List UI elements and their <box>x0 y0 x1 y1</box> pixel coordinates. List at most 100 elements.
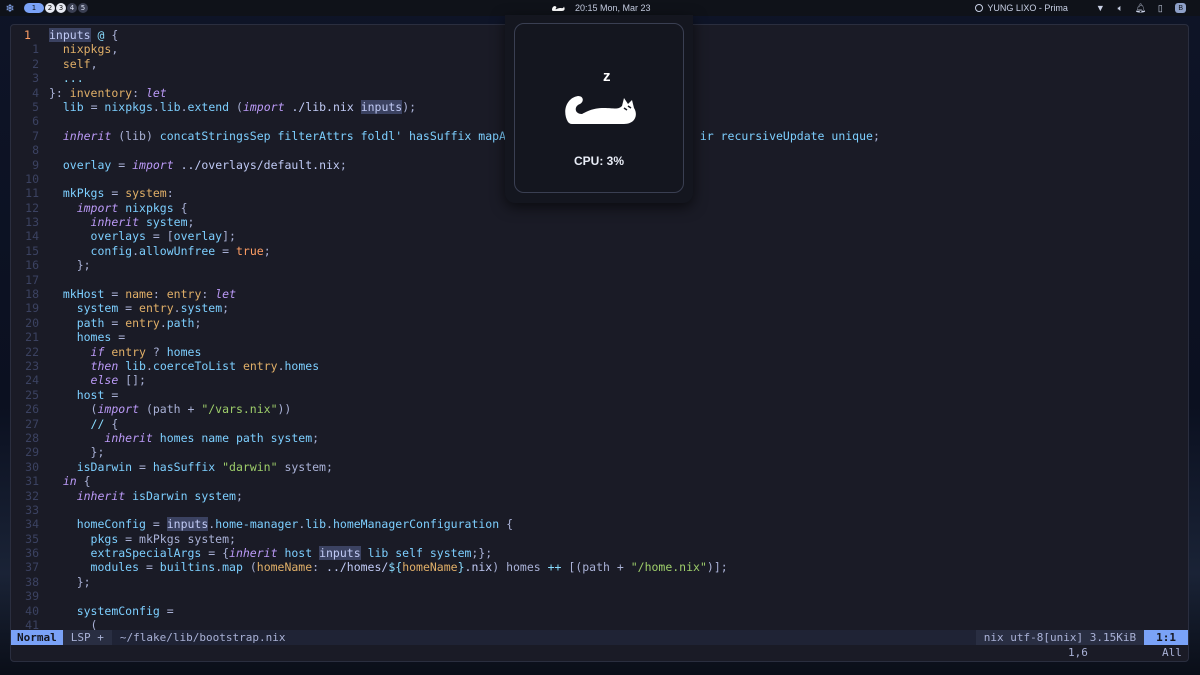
code-line[interactable]: 27 // { <box>11 417 1188 431</box>
code-line[interactable]: 40 systemConfig = <box>11 604 1188 618</box>
line-number: 16 <box>25 258 39 273</box>
line-number: 21 <box>25 330 39 345</box>
code-text: config.allowUnfree = true; <box>90 243 271 258</box>
file-path: ~/flake/lib/bootstrap.nix <box>119 631 286 644</box>
media-title: YUNG LIXO - Prima <box>987 3 1068 13</box>
nixos-logo-icon[interactable]: ❄ <box>2 0 18 16</box>
battery-icon[interactable]: ▯ <box>1155 3 1165 13</box>
code-text: in { <box>62 474 91 489</box>
line-number: 11 <box>25 186 39 201</box>
line-number: 1 <box>24 28 31 42</box>
line-number: 24 <box>25 373 39 388</box>
line-number: 3 <box>32 71 39 86</box>
workspace-4[interactable]: 4 <box>67 3 77 13</box>
code-line[interactable]: 14 overlays = [overlay]; <box>11 229 1188 243</box>
cursor-position: 1:1 <box>1144 630 1188 645</box>
code-text: import nixpkgs { <box>76 200 188 215</box>
mode-indicator: Normal <box>11 630 63 645</box>
line-number: 4 <box>32 85 39 100</box>
code-line[interactable]: 20 path = entry.path; <box>11 316 1188 330</box>
code-line[interactable]: 15 config.allowUnfree = true; <box>11 244 1188 258</box>
workspace-3[interactable]: 3 <box>56 3 66 13</box>
workspace-2[interactable]: 2 <box>45 3 55 13</box>
code-text: overlay = import ../overlays/default.nix… <box>62 157 347 172</box>
code-text: inherit homes name path system; <box>104 430 320 445</box>
line-number: 13 <box>25 215 39 230</box>
line-number: 22 <box>25 344 39 359</box>
code-line[interactable]: 17 <box>11 273 1188 287</box>
line-number: 36 <box>25 546 39 561</box>
system-tray: YUNG LIXO - Prima ▼ 🔈︎ 🔔︎ ▯ B <box>975 0 1200 16</box>
media-status-icon <box>975 4 984 12</box>
top-bar: ❄ 1 2 3 4 5 20:15 Mon, Mar 23 YUNG LIXO … <box>0 0 1200 16</box>
lsp-indicator: LSP + <box>62 630 112 645</box>
bell-icon[interactable]: 🔔︎ <box>1135 3 1146 13</box>
code-text: systemConfig = <box>76 603 174 618</box>
code-line[interactable]: 25 host = <box>11 388 1188 402</box>
code-line[interactable]: 23 then lib.coerceToList entry.homes <box>11 359 1188 373</box>
code-line[interactable]: 22 if entry ? homes <box>11 345 1188 359</box>
code-text: host = <box>76 387 119 402</box>
code-line[interactable]: 26 (import (path + "/vars.nix")) <box>11 402 1188 416</box>
line-number: 7 <box>32 128 39 143</box>
sleep-z-text: z <box>603 68 611 85</box>
sleeping-cat-icon <box>552 6 565 11</box>
line-number: 9 <box>32 157 39 172</box>
status-line: Normal LSP + ~/flake/lib/bootstrap.nix n… <box>11 630 1188 645</box>
code-line[interactable]: 38 }; <box>11 575 1188 589</box>
code-line[interactable]: 13 inherit system; <box>11 215 1188 229</box>
code-line[interactable]: 37 modules = builtins.map (homeName: ../… <box>11 560 1188 574</box>
line-number: 39 <box>25 589 39 604</box>
ruler-position: 1,6 <box>1068 646 1088 659</box>
sleeping-cat-icon <box>565 96 636 124</box>
code-text: inputs @ { <box>49 28 119 42</box>
code-line[interactable]: 16 }; <box>11 258 1188 272</box>
code-line[interactable]: 35 pkgs = mkPkgs system; <box>11 532 1188 546</box>
code-line[interactable]: 36 extraSpecialArgs = {inherit host inpu… <box>11 546 1188 561</box>
code-line[interactable]: 34 homeConfig = inputs.home-manager.lib.… <box>11 517 1188 532</box>
code-text: homes = <box>76 330 126 345</box>
code-text: }: inventory: let <box>49 85 167 100</box>
wifi-icon[interactable]: ▼ <box>1095 3 1105 13</box>
code-text: then lib.coerceToList entry.homes <box>90 358 320 373</box>
code-line[interactable]: 30 isDarwin = hasSuffix "darwin" system; <box>11 460 1188 474</box>
file-info: nix utf-8[unix] 3.15KiB <box>975 630 1145 645</box>
code-text: if entry ? homes <box>90 344 202 359</box>
code-line[interactable]: 39 <box>11 589 1188 603</box>
workspace-5[interactable]: 5 <box>78 3 88 13</box>
code-text: self, <box>62 56 98 71</box>
line-number: 40 <box>25 603 39 618</box>
cpu-usage: CPU: 3% <box>573 154 624 168</box>
line-number: 12 <box>25 200 39 215</box>
code-line[interactable]: 19 system = entry.system; <box>11 301 1188 315</box>
line-number: 37 <box>25 560 39 575</box>
line-number: 10 <box>25 171 39 186</box>
code-line[interactable]: 21 homes = <box>11 330 1188 344</box>
code-line[interactable]: 33 <box>11 503 1188 517</box>
line-number: 27 <box>25 416 39 431</box>
command-line[interactable]: 1,6 All <box>11 646 1188 661</box>
line-number: 30 <box>25 459 39 474</box>
code-text: inherit isDarwin system; <box>76 488 243 503</box>
line-number: 6 <box>32 114 39 129</box>
code-line[interactable]: 18 mkHost = name: entry: let <box>11 287 1188 301</box>
code-line[interactable]: 29 }; <box>11 445 1188 459</box>
line-number: 32 <box>25 488 39 503</box>
clock-widget[interactable]: 20:15 Mon, Mar 23 <box>551 0 651 16</box>
code-text: (import (path + "/vars.nix")) <box>49 402 292 417</box>
code-text: modules = builtins.map (homeName: ../hom… <box>90 560 728 575</box>
cpu-popup: z CPU: 3% <box>505 15 693 203</box>
code-line[interactable]: 28 inherit homes name path system; <box>11 431 1188 445</box>
code-line[interactable]: 31 in { <box>11 474 1188 488</box>
media-player[interactable]: YUNG LIXO - Prima <box>975 3 1085 13</box>
code-line[interactable]: 32 inherit isDarwin system; <box>11 489 1188 503</box>
code-line[interactable]: 24 else []; <box>11 373 1188 387</box>
clock-text: 20:15 Mon, Mar 23 <box>575 3 651 13</box>
code-text: homeConfig = inputs.home-manager.lib.hom… <box>76 517 513 532</box>
line-number: 26 <box>25 402 39 417</box>
line-number: 35 <box>25 531 39 546</box>
volume-icon[interactable]: 🔈︎ <box>1115 3 1125 13</box>
workspace-1[interactable]: 1 <box>24 3 44 13</box>
vpn-badge[interactable]: B <box>1175 3 1186 13</box>
line-number: 18 <box>25 287 39 302</box>
